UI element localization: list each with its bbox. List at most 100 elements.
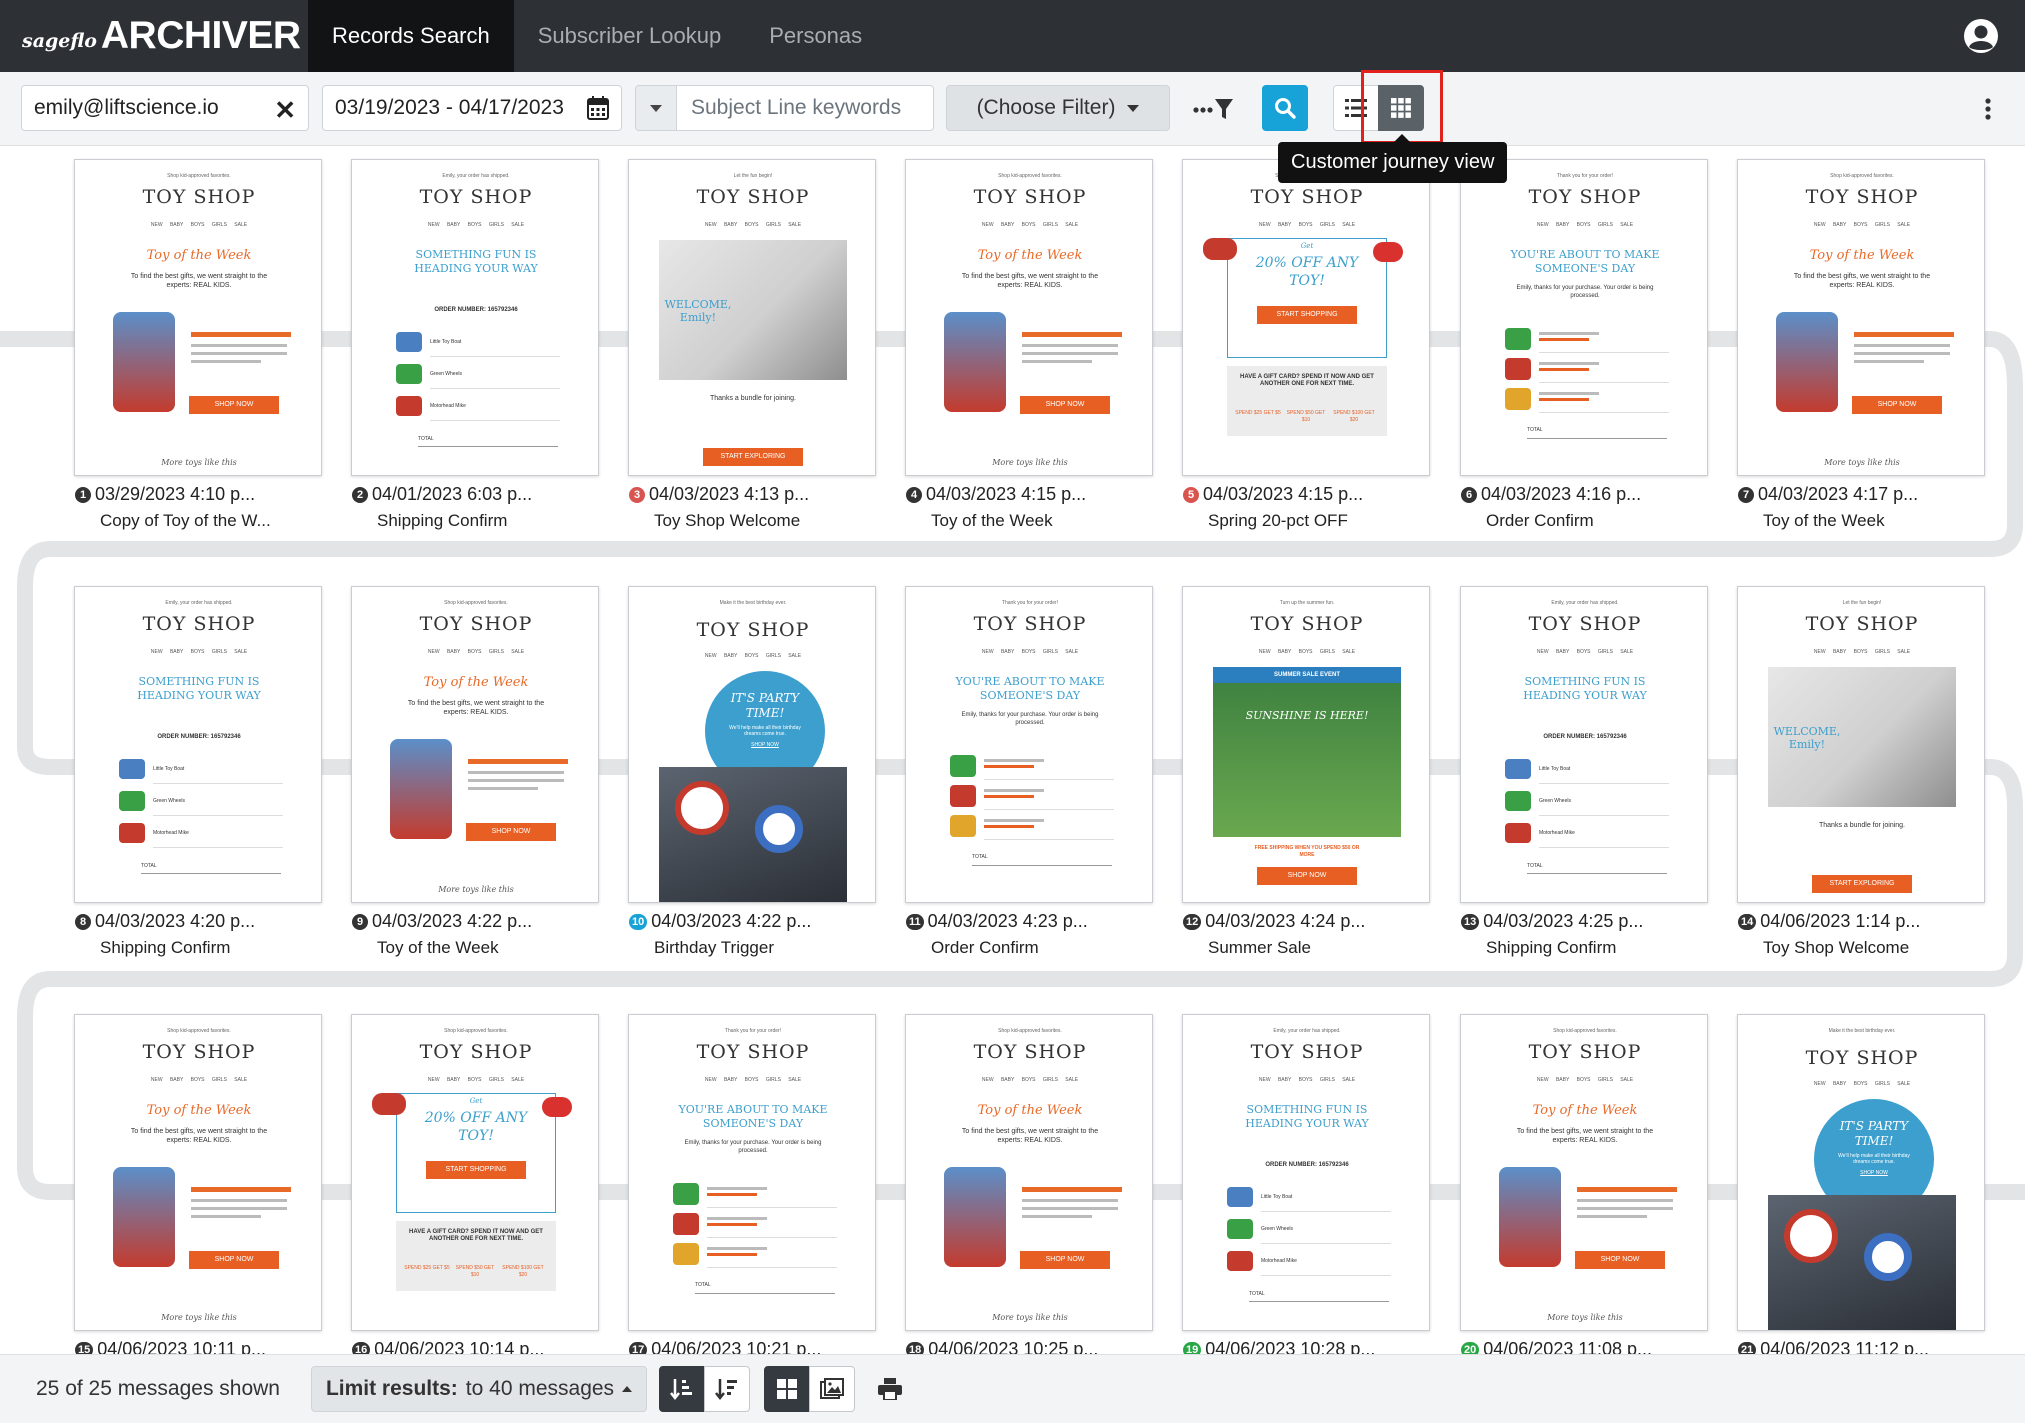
product-copy-line	[468, 779, 564, 782]
product-name: Little Toy Boat	[1261, 1194, 1293, 1200]
email-card[interactable]: Shop kid-approved favorites.TOY SHOPNEW …	[1460, 1014, 1708, 1331]
sale-button: START SHOPPING	[1257, 306, 1357, 324]
gift-tier: SPEND $25 GET $5	[1235, 410, 1281, 416]
product-thumb	[673, 1183, 699, 1205]
email-card[interactable]: Let the fun begin! TOY SHOP NEW BABY BOYS …	[1737, 586, 1985, 903]
email-headline: YOU'RE ABOUT TO MAKE SOMEONE'S DAY	[955, 675, 1105, 702]
nav-tab-records-search[interactable]: Records Search	[308, 0, 514, 72]
email-card[interactable]: Shop kid-approved favorites.TOY SHOPNEW …	[1182, 159, 1430, 476]
product-copy-line	[191, 360, 261, 363]
search-button[interactable]	[1262, 85, 1308, 131]
toy-moto	[675, 781, 729, 835]
email-headline: Toy of the Week	[1809, 248, 1915, 263]
product-copy-line	[1022, 352, 1118, 355]
product-copy-line	[1539, 392, 1599, 395]
email-preview: Emily, your order has shipped. TOY SHOP NE…	[1461, 587, 1707, 902]
email-card[interactable]: Shop kid-approved favorites.TOY SHOPNEW …	[905, 1014, 1153, 1331]
caret-up-icon	[622, 1386, 633, 1392]
choose-filter-dropdown[interactable]: (Choose Filter)	[946, 85, 1170, 131]
product-copy-line	[707, 1223, 757, 1226]
welcome-text: WELCOME, Emily!	[664, 298, 732, 324]
email-card[interactable]: Shop kid-approved favorites.TOY SHOPNEW …	[905, 159, 1153, 476]
email-shop-button: SHOP NOW	[1852, 396, 1942, 414]
email-subtext: To find the best gifts, we went straight…	[1793, 273, 1931, 289]
email-nav: NEW BABY BOYS GIRLS SALE	[427, 649, 525, 655]
divider	[1539, 412, 1669, 413]
email-logo: TOY SHOP	[419, 1041, 533, 1063]
sort-ascending-button[interactable]	[659, 1366, 705, 1412]
advanced-filter-icon[interactable]	[1192, 96, 1236, 122]
email-preview: Emily, your order has shipped. TOY SHOP NE…	[1183, 1015, 1429, 1330]
email-headline: YOU'RE ABOUT TO MAKE SOMEONE'S DAY	[1510, 248, 1660, 275]
date-range-input[interactable]: 03/19/2023 - 04/17/2023	[322, 85, 622, 131]
email-logo: TOY SHOP	[696, 1041, 810, 1063]
email-preheader: Emily, your order has shipped.	[165, 600, 233, 606]
brand-logo[interactable]: sageflo ARCHIVER	[0, 0, 308, 72]
email-preheader: Thank you for your order!	[724, 1028, 782, 1034]
email-card[interactable]: Turn up the summer fun. TOY SHOP NEW BABY …	[1182, 586, 1430, 903]
email-logo: TOY SHOP	[973, 186, 1087, 208]
subject-keywords-input[interactable]: Subject Line keywords	[676, 85, 934, 131]
email-card[interactable]: Shop kid-approved favorites.TOY SHOPNEW …	[74, 159, 322, 476]
email-nav: NEW BABY BOYS GIRLS SALE	[427, 1077, 525, 1083]
nav-tab-subscriber-lookup[interactable]: Subscriber Lookup	[514, 0, 745, 72]
clear-email-icon[interactable]: ✕	[274, 95, 296, 126]
divider	[695, 1293, 835, 1294]
email-card[interactable]: Make it the best birthday ever. TOY SHOP N…	[628, 586, 876, 903]
keyword-field-dropdown[interactable]	[635, 85, 677, 131]
email-subtext: Emily, thanks for your purchase. Your or…	[1516, 285, 1654, 299]
sequence-badge: 14	[1738, 913, 1757, 930]
email-nav: NEW BABY BOYS GIRLS SALE	[704, 653, 802, 659]
image-view-button[interactable]	[809, 1366, 855, 1412]
email-card[interactable]: Shop kid-approved favorites.TOY SHOPNEW …	[351, 1014, 599, 1331]
divider	[1539, 352, 1669, 353]
email-card[interactable]: Emily, your order has shipped. TOY SHOP NE…	[1182, 1014, 1430, 1331]
email-card[interactable]: Emily, your order has shipped. TOY SHOP NE…	[74, 586, 322, 903]
user-avatar-icon[interactable]	[1963, 18, 1999, 54]
email-card[interactable]: Make it the best birthday ever. TOY SHOP N…	[1737, 1014, 1985, 1331]
card-date: 04/06/2023 11:08 p...	[1483, 1339, 1653, 1354]
product-name: Little Toy Boat	[430, 339, 462, 345]
email-card[interactable]: Thank you for your order! TOY SHOP NEW BAB…	[1460, 159, 1708, 476]
card-date: 04/06/2023 11:12 p...	[1760, 1339, 1930, 1354]
print-icon[interactable]	[878, 1378, 902, 1400]
email-preheader: Shop kid-approved favorites.	[998, 173, 1062, 179]
email-card[interactable]: Emily, your order has shipped. TOY SHOP NE…	[351, 159, 599, 476]
nav-tab-personas[interactable]: Personas	[745, 0, 886, 72]
email-card[interactable]: Shop kid-approved favorites.TOY SHOPNEW …	[351, 586, 599, 903]
email-search-input[interactable]: emily@liftscience.io ✕	[21, 85, 309, 131]
email-card[interactable]: Thank you for your order! TOY SHOP NEW BAB…	[905, 586, 1153, 903]
calendar-icon[interactable]	[587, 96, 609, 120]
email-preheader: Make it the best birthday ever.	[1828, 1028, 1896, 1034]
email-card[interactable]: Emily, your order has shipped. TOY SHOP NE…	[1460, 586, 1708, 903]
email-card[interactable]: Thank you for your order! TOY SHOP NEW BAB…	[628, 1014, 876, 1331]
email-headline: Toy of the Week	[1532, 1103, 1638, 1118]
summer-photo	[1213, 667, 1401, 837]
toy-moto	[1784, 1209, 1838, 1263]
sort-descending-button[interactable]	[704, 1366, 750, 1412]
product-name: Motorhead Mike	[1539, 830, 1575, 836]
card-label: 18 04/06/2023 10:25 p...	[906, 1339, 1156, 1354]
email-preview: Shop kid-approved favorites. TOY SHOP NEW …	[352, 1015, 598, 1330]
card-campaign-name: Toy Shop Welcome	[1763, 938, 1910, 957]
email-headline: Toy of the Week	[146, 1103, 252, 1118]
product-name: Motorhead Mike	[1261, 1258, 1297, 1264]
more-options-icon[interactable]	[1985, 98, 1991, 120]
toy-car	[1373, 242, 1403, 262]
product-copy-line	[1539, 368, 1589, 371]
email-card[interactable]: Shop kid-approved favorites.TOY SHOPNEW …	[74, 1014, 322, 1331]
grid-layout-button[interactable]	[764, 1366, 810, 1412]
product-copy-line	[191, 1215, 261, 1218]
email-nav: NEW BABY BOYS GIRLS SALE	[704, 1077, 802, 1083]
email-preview: Shop kid-approved favorites. TOY SHOP NEW …	[75, 160, 321, 475]
limit-results-dropdown[interactable]: Limit results: to 40 messages	[311, 1366, 647, 1412]
email-card[interactable]: Let the fun begin! TOY SHOP NEW BABY BOYS …	[628, 159, 876, 476]
card-date: 04/03/2023 4:24 p...	[1205, 911, 1366, 931]
email-preheader: Let the fun begin!	[733, 173, 773, 179]
email-card[interactable]: Shop kid-approved favorites.TOY SHOPNEW …	[1737, 159, 1985, 476]
sequence-badge: 16	[352, 1341, 371, 1354]
product-thumb	[1505, 759, 1531, 779]
product-copy-line	[1539, 338, 1589, 341]
card-label: 12 04/03/2023 4:24 p... Summer Sale	[1183, 911, 1433, 958]
card-label: 15 04/06/2023 10:11 p...	[75, 1339, 325, 1354]
